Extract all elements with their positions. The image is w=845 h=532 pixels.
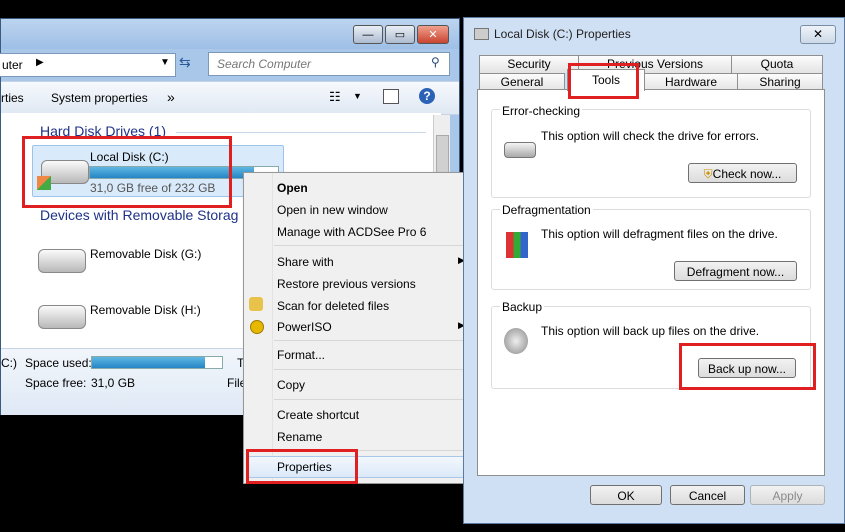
more-commands-button[interactable]: » (167, 89, 175, 105)
view-options-icon[interactable]: ☷ (329, 89, 341, 105)
error-checking-label: Error-checking (500, 104, 583, 118)
menu-item-share-with[interactable]: Share with (277, 255, 334, 269)
search-icon[interactable]: ⚲ (431, 55, 440, 69)
error-checking-text: This option will check the drive for err… (541, 129, 760, 143)
search-placeholder: Search Computer (217, 57, 312, 71)
space-used-label: Space used: (25, 356, 92, 370)
menu-item-open-new-window[interactable]: Open in new window (277, 203, 388, 217)
check-now-label: Check now... (712, 167, 782, 181)
group-divider (176, 132, 426, 133)
tools-tab-panel: Error-checking This option will check th… (477, 89, 825, 476)
close-icon: ✕ (428, 29, 438, 41)
highlight-properties (246, 449, 358, 484)
tab-security[interactable]: Security (479, 55, 579, 73)
ok-button[interactable]: OK (590, 485, 662, 505)
minimize-icon: — (362, 28, 374, 41)
properties-toolbar-button[interactable]: rties (1, 91, 24, 105)
space-free-value: 31,0 GB (91, 376, 136, 390)
menu-item-create-shortcut[interactable]: Create shortcut (277, 408, 359, 422)
menu-item-rename[interactable]: Rename (277, 430, 322, 444)
highlight-drive-c (22, 136, 232, 208)
maximize-button[interactable]: ▭ (385, 25, 415, 44)
menu-item-format[interactable]: Format... (277, 348, 325, 362)
highlight-tools-tab (568, 63, 639, 99)
breadcrumb-arrow-icon[interactable]: ▶ (36, 57, 44, 68)
removable-drive-icon (38, 305, 86, 329)
removable-drive-icon (38, 249, 86, 273)
menu-item-scan-deleted[interactable]: Scan for deleted files (277, 299, 389, 313)
chevron-down-icon[interactable]: ▼ (160, 57, 170, 68)
disk-check-icon (504, 142, 536, 158)
menu-separator (274, 399, 470, 400)
drive-h-name: Removable Disk (H:) (90, 303, 201, 317)
backup-text: This option will back up files on the dr… (541, 324, 760, 338)
poweriso-icon (250, 320, 264, 334)
minimize-button[interactable]: — (353, 25, 383, 44)
context-menu: Open Open in new window Manage with ACDS… (243, 172, 477, 484)
backup-label: Backup (500, 300, 545, 314)
explorer-toolbar: rties System properties » ☷ ▼ ? (1, 81, 459, 115)
shield-icon: ⛨ (703, 167, 713, 181)
defrag-text: This option will defragment files on the… (541, 227, 778, 241)
cancel-button[interactable]: Cancel (670, 485, 745, 505)
defragment-now-button[interactable]: Defragment now... (674, 261, 797, 281)
apply-button[interactable]: Apply (750, 485, 825, 505)
menu-gutter (272, 173, 273, 483)
drive-g-name: Removable Disk (G:) (90, 247, 202, 261)
drive-h-item[interactable]: Removable Disk (H:) (32, 295, 232, 335)
maximize-icon: ▭ (394, 29, 406, 41)
defrag-label: Defragmentation (500, 203, 593, 217)
dialog-title: Local Disk (C:) Properties (494, 27, 631, 41)
menu-item-open[interactable]: Open (277, 181, 308, 195)
drive-g-item[interactable]: Removable Disk (G:) (32, 239, 232, 279)
search-input[interactable]: Search Computer ⚲ (208, 52, 450, 76)
system-properties-button[interactable]: System properties (51, 91, 148, 105)
details-usage-bar (91, 356, 223, 369)
refresh-icon[interactable]: ⇆ (179, 54, 199, 74)
error-checking-group (491, 109, 811, 198)
menu-item-copy[interactable]: Copy (277, 378, 305, 392)
address-bar[interactable]: uter ▶ ▼ (0, 53, 176, 77)
details-drive-name: C:) (1, 356, 17, 370)
menu-item-poweriso[interactable]: PowerISO (277, 320, 332, 334)
help-icon[interactable]: ? (419, 88, 435, 104)
view-dropdown-icon[interactable]: ▼ (353, 91, 362, 101)
space-free-label: Space free: (25, 376, 87, 390)
menu-separator (274, 245, 470, 246)
menu-item-manage-acdsee[interactable]: Manage with ACDSee Pro 6 (277, 225, 426, 239)
menu-separator (274, 340, 470, 341)
defrag-icon (506, 232, 528, 258)
close-button[interactable]: ✕ (417, 25, 449, 44)
scan-icon (249, 297, 263, 311)
menu-separator (274, 369, 470, 370)
preview-pane-icon[interactable] (383, 89, 399, 104)
dialog-close-button[interactable]: ✕ (800, 25, 836, 44)
details-usage-fill (92, 357, 206, 368)
close-icon: ✕ (812, 27, 824, 41)
menu-item-restore-versions[interactable]: Restore previous versions (277, 277, 416, 291)
check-now-button[interactable]: ⛨Check now... (688, 163, 797, 183)
highlight-back-up-now (679, 343, 816, 390)
address-text: uter (2, 58, 23, 72)
drive-title-icon (474, 28, 489, 40)
group-header-removable[interactable]: Devices with Removable Storag (40, 207, 238, 223)
tab-quota[interactable]: Quota (731, 55, 823, 73)
backup-icon (504, 328, 528, 354)
